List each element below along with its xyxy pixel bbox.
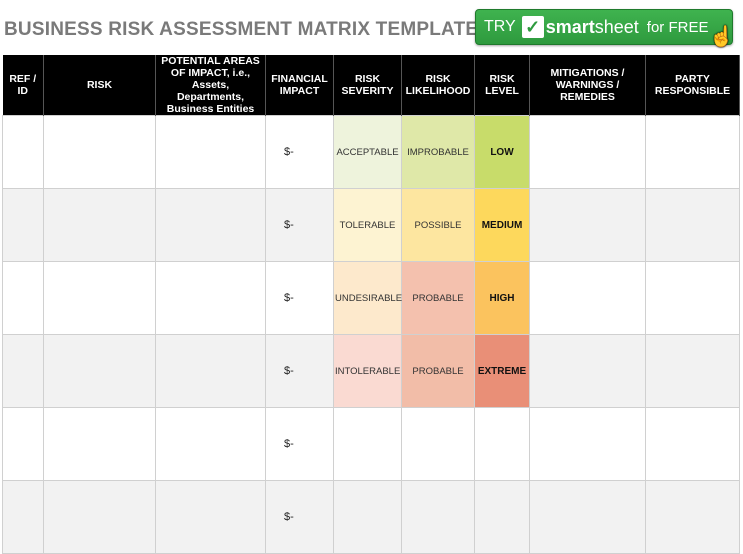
- header-row: REF / ID RISK POTENTIAL AREAS OF IMPACT,…: [2, 55, 740, 116]
- severity-cell[interactable]: UNDESIRABLE: [333, 261, 402, 335]
- ref-cell[interactable]: [2, 188, 44, 262]
- party-cell[interactable]: [645, 261, 740, 335]
- areas-cell[interactable]: [155, 115, 266, 189]
- financial-cell[interactable]: $-: [265, 407, 334, 481]
- risk-cell[interactable]: [43, 407, 156, 481]
- header-ref-id: REF / ID: [2, 55, 44, 116]
- level-cell[interactable]: [474, 407, 530, 481]
- header-risk-level: RISK LEVEL: [474, 55, 530, 116]
- checkmark-icon: ✓: [521, 16, 544, 38]
- header-party-responsible: PARTY RESPONSIBLE: [645, 55, 740, 116]
- likelihood-cell[interactable]: IMPROBABLE: [401, 115, 475, 189]
- header-financial-impact: FINANCIAL IMPACT: [265, 55, 334, 116]
- party-cell[interactable]: [645, 188, 740, 262]
- mitigations-cell[interactable]: [529, 261, 646, 335]
- ref-cell[interactable]: [2, 261, 44, 335]
- risk-cell[interactable]: [43, 115, 156, 189]
- table-row: $-: [2, 407, 740, 481]
- table-row: $- TOLERABLE POSSIBLE MEDIUM: [2, 188, 740, 262]
- header-risk-likelihood: RISK LIKELIHOOD: [401, 55, 475, 116]
- banner-for-free-label: for FREE: [646, 18, 709, 36]
- brand-part-a: smart: [545, 16, 595, 37]
- financial-cell[interactable]: $-: [265, 334, 334, 408]
- risk-cell[interactable]: [43, 261, 156, 335]
- ref-cell[interactable]: [2, 334, 44, 408]
- mitigations-cell[interactable]: [529, 334, 646, 408]
- risk-cell[interactable]: [43, 334, 156, 408]
- header-mitigations: MITIGATIONS / WARNINGS / REMEDIES: [529, 55, 646, 116]
- areas-cell[interactable]: [155, 407, 266, 481]
- severity-cell[interactable]: [333, 407, 402, 481]
- header-risk: RISK: [43, 55, 156, 116]
- party-cell[interactable]: [645, 407, 740, 481]
- banner-try-label: TRY: [484, 18, 516, 35]
- header-risk-severity: RISK SEVERITY: [333, 55, 402, 116]
- mitigations-cell[interactable]: [529, 115, 646, 189]
- financial-cell[interactable]: $-: [265, 115, 334, 189]
- likelihood-cell[interactable]: PROBABLE: [401, 261, 475, 335]
- table-row: $- UNDESIRABLE PROBABLE HIGH: [2, 261, 740, 335]
- header-potential-areas: POTENTIAL AREAS OF IMPACT, i.e., Assets,…: [155, 55, 266, 116]
- table-row: $- INTOLERABLE PROBABLE EXTREME: [2, 334, 740, 408]
- level-cell[interactable]: LOW: [474, 115, 530, 189]
- risk-cell[interactable]: [43, 188, 156, 262]
- severity-cell[interactable]: INTOLERABLE: [333, 334, 402, 408]
- financial-cell[interactable]: $-: [265, 261, 334, 335]
- likelihood-cell[interactable]: POSSIBLE: [401, 188, 475, 262]
- level-cell[interactable]: MEDIUM: [474, 188, 530, 262]
- likelihood-cell[interactable]: PROBABLE: [401, 334, 475, 408]
- likelihood-cell[interactable]: [401, 407, 475, 481]
- areas-cell[interactable]: [155, 334, 266, 408]
- try-smartsheet-button[interactable]: TRY ✓ smartsheet for FREE ☝: [475, 9, 734, 48]
- table-row: $- ACCEPTABLE IMPROBABLE LOW: [2, 115, 740, 189]
- party-cell[interactable]: [645, 115, 740, 189]
- page-title: BUSINESS RISK ASSESSMENT MATRIX TEMPLATE: [4, 19, 479, 40]
- severity-cell[interactable]: TOLERABLE: [333, 188, 402, 262]
- severity-cell[interactable]: ACCEPTABLE: [333, 115, 402, 189]
- level-cell[interactable]: HIGH: [474, 261, 530, 335]
- party-cell[interactable]: [645, 334, 740, 408]
- areas-cell[interactable]: [155, 261, 266, 335]
- financial-cell[interactable]: $-: [265, 188, 334, 262]
- mitigations-cell[interactable]: [529, 407, 646, 481]
- ref-cell[interactable]: [2, 115, 44, 189]
- pointer-hand-icon: ☝: [709, 26, 734, 48]
- mitigations-cell[interactable]: [529, 188, 646, 262]
- ref-cell[interactable]: [2, 407, 44, 481]
- brand-part-b: sheet: [594, 16, 639, 37]
- risk-matrix-table: REF / ID RISK POTENTIAL AREAS OF IMPACT,…: [2, 55, 740, 554]
- areas-cell[interactable]: [155, 188, 266, 262]
- level-cell[interactable]: EXTREME: [474, 334, 530, 408]
- smartsheet-logo: smartsheet: [546, 17, 639, 38]
